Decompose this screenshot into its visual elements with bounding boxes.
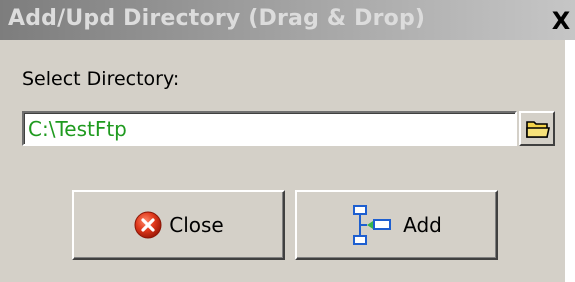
close-button-label: Close [169, 213, 224, 237]
add-update-directory-dialog: Add/Upd Directory (Drag & Drop) X Select… [0, 0, 575, 282]
select-directory-label: Select Directory: [22, 68, 180, 90]
window-edge [565, 40, 575, 282]
add-button[interactable]: Add [295, 190, 498, 260]
folder-icon [526, 121, 550, 138]
add-button-label: Add [403, 213, 442, 237]
error-circle-icon [134, 211, 162, 239]
close-button[interactable]: Close [72, 190, 285, 260]
browse-folder-button[interactable] [519, 111, 555, 146]
directory-path-input[interactable]: C:\TestFtp [22, 111, 517, 146]
tree-add-icon [353, 205, 392, 245]
title-bar[interactable]: Add/Upd Directory (Drag & Drop) X [0, 0, 575, 40]
window-title: Add/Upd Directory (Drag & Drop) [8, 6, 426, 31]
close-window-button[interactable]: X [547, 6, 575, 36]
